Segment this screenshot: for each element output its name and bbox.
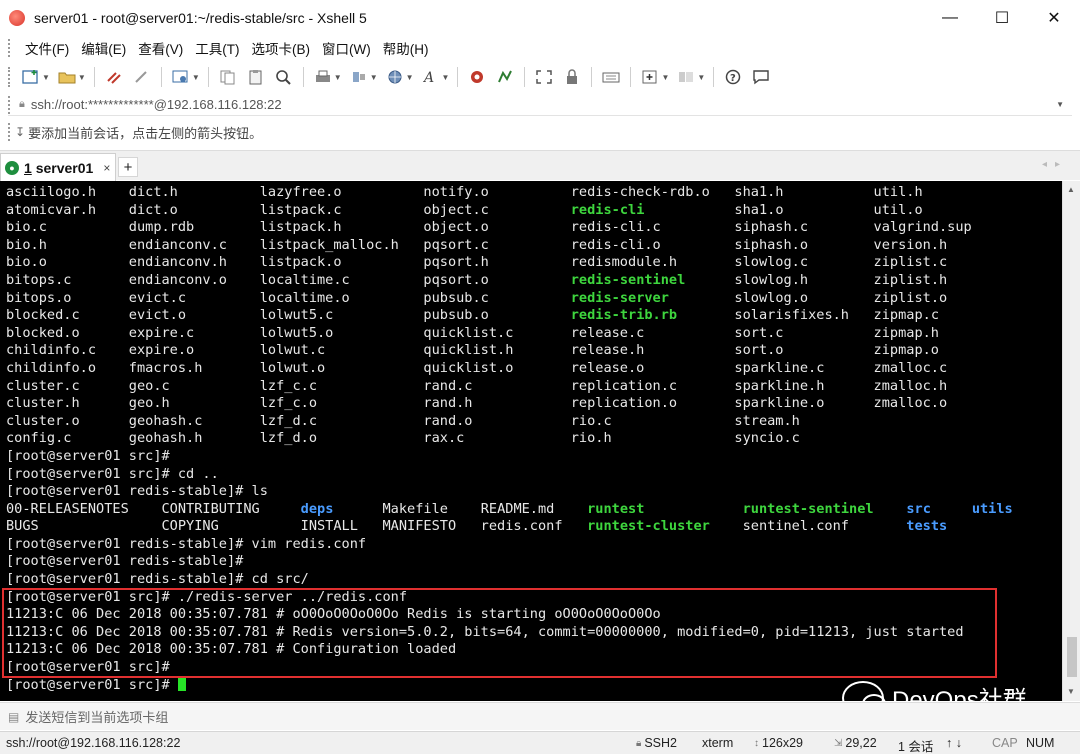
compose-icon: ▤ bbox=[8, 709, 20, 724]
toolbar-divider bbox=[207, 67, 209, 87]
connected-status-icon: ● bbox=[5, 160, 19, 175]
chevron-down-icon[interactable]: ▼ bbox=[192, 73, 200, 82]
toolbar: ▼ ▼ ▼ ▼ ▼ ▼ A ▼ ▼ ▼ ? bbox=[0, 62, 1080, 92]
terminal-cursor bbox=[177, 676, 186, 691]
compose-input[interactable]: 发送短信到当前选项卡组 bbox=[25, 707, 168, 726]
find-icon[interactable] bbox=[273, 66, 295, 88]
session-hint-bar: ↧ 要添加当前会话，点击左侧的箭头按钮。 bbox=[8, 120, 1072, 144]
add-tab-button[interactable]: + bbox=[118, 157, 138, 177]
scroll-up-icon[interactable]: ▲ bbox=[1067, 185, 1075, 194]
xshell-compose-icon[interactable] bbox=[494, 66, 516, 88]
svg-text:A: A bbox=[422, 70, 434, 85]
toolbar-divider bbox=[93, 67, 95, 87]
session-arrow-icon[interactable]: ↧ bbox=[15, 125, 25, 139]
copy-icon[interactable] bbox=[217, 66, 239, 88]
terminal-scrollbar[interactable]: ▲ ▼ bbox=[1062, 181, 1080, 701]
menu-bar: 文件(F) 编辑(E) 查看(V) 工具(T) 选项卡(B) 窗口(W) 帮助(… bbox=[0, 36, 1080, 60]
open-folder-icon[interactable] bbox=[56, 66, 78, 88]
new-session-icon[interactable] bbox=[20, 66, 42, 88]
globe-icon[interactable] bbox=[384, 66, 406, 88]
fullscreen-icon[interactable] bbox=[533, 66, 555, 88]
toolbar-divider bbox=[302, 67, 304, 87]
tab-server01[interactable]: ● 1 server01 × bbox=[0, 153, 116, 181]
toolbar-divider bbox=[160, 67, 162, 87]
close-button[interactable]: ✕ bbox=[1028, 0, 1080, 36]
toolbar-grip[interactable] bbox=[8, 39, 11, 57]
xshell-logo-icon bbox=[9, 10, 25, 26]
session-arrows-icon[interactable]: ↑ ↓ bbox=[946, 736, 962, 750]
status-connection: ssh://root@192.168.116.128:22 bbox=[6, 736, 181, 750]
status-size: ↕ 126x29 bbox=[754, 736, 804, 750]
chevron-down-icon[interactable]: ▼ bbox=[334, 73, 342, 82]
address-input[interactable]: ssh://root:*************@192.168.116.128… bbox=[31, 97, 282, 112]
chevron-down-icon[interactable]: ▼ bbox=[42, 73, 50, 82]
chevron-down-icon[interactable]: ▼ bbox=[78, 73, 86, 82]
window-controls: — ☐ ✕ bbox=[924, 0, 1080, 36]
transfer-icon[interactable] bbox=[348, 66, 370, 88]
window-title: server01 - root@server01:~/redis-stable/… bbox=[34, 10, 367, 26]
toolbar-grip[interactable] bbox=[8, 67, 11, 87]
toolbar-grip[interactable] bbox=[8, 123, 11, 141]
print-icon[interactable] bbox=[312, 66, 334, 88]
chevron-down-icon[interactable]: ▼ bbox=[1056, 100, 1064, 109]
chevron-down-icon[interactable]: ▼ bbox=[370, 73, 378, 82]
keyboard-icon[interactable] bbox=[600, 66, 622, 88]
terminal-view[interactable]: asciilogo.h dict.h lazyfree.o notify.o r… bbox=[0, 181, 1062, 701]
toolbar-divider bbox=[630, 67, 632, 87]
toolbar-divider bbox=[713, 67, 715, 87]
disconnect-icon[interactable] bbox=[131, 66, 153, 88]
properties-icon[interactable] bbox=[170, 66, 192, 88]
menu-help[interactable]: 帮助(H) bbox=[377, 38, 435, 58]
tab-close-button[interactable]: × bbox=[103, 161, 110, 175]
tab-scroll-arrows[interactable]: ◂▸ bbox=[1042, 159, 1068, 170]
title-bar: server01 - root@server01:~/redis-stable/… bbox=[0, 0, 1080, 36]
menu-tools[interactable]: 工具(T) bbox=[189, 38, 245, 58]
xftp-icon[interactable] bbox=[466, 66, 488, 88]
lock-icon: 🔒︎ bbox=[19, 98, 25, 110]
menu-window[interactable]: 窗口(W) bbox=[316, 38, 377, 58]
minimize-button[interactable]: — bbox=[924, 0, 976, 36]
cursor-position-icon: ⇲ bbox=[834, 737, 843, 749]
status-bar: ssh://root@192.168.116.128:22 🔒︎ SSH2 xte… bbox=[0, 731, 1080, 754]
tab-label: 1 server01 bbox=[24, 159, 94, 176]
status-caps: CAP bbox=[992, 736, 1018, 750]
font-icon[interactable]: A bbox=[420, 66, 442, 88]
chevron-down-icon[interactable]: ▼ bbox=[406, 73, 414, 82]
help-icon[interactable]: ? bbox=[722, 66, 744, 88]
toolbar-grip[interactable] bbox=[8, 95, 11, 114]
menu-view[interactable]: 查看(V) bbox=[132, 38, 189, 58]
scroll-down-icon[interactable]: ▼ bbox=[1067, 687, 1075, 696]
menu-edit[interactable]: 编辑(E) bbox=[75, 38, 132, 58]
lock-icon[interactable] bbox=[561, 66, 583, 88]
address-bar: 🔒︎ ssh://root:*************@192.168.116.… bbox=[8, 94, 1072, 116]
toolbar-divider bbox=[457, 67, 459, 87]
layout-icon[interactable] bbox=[675, 66, 697, 88]
status-terminal: xterm bbox=[702, 736, 734, 750]
svg-text:?: ? bbox=[730, 73, 736, 84]
compose-bar[interactable]: ▤ 发送短信到当前选项卡组 bbox=[0, 702, 1080, 730]
toolbar-divider bbox=[524, 67, 526, 87]
tab-bar: ● 1 server01 × + ◂▸ bbox=[0, 150, 1080, 181]
status-protocol: 🔒︎ SSH2 bbox=[636, 736, 677, 750]
highlight-box bbox=[2, 588, 997, 678]
toolbar-divider bbox=[591, 67, 593, 87]
chevron-down-icon[interactable]: ▼ bbox=[697, 73, 705, 82]
menu-tabs[interactable]: 选项卡(B) bbox=[246, 38, 317, 58]
paste-icon[interactable] bbox=[245, 66, 267, 88]
reconnect-icon[interactable] bbox=[103, 66, 125, 88]
lock-icon: 🔒︎ bbox=[636, 737, 642, 749]
maximize-button[interactable]: ☐ bbox=[976, 0, 1028, 36]
chat-icon[interactable] bbox=[750, 66, 772, 88]
status-sessions: 1 会话 bbox=[898, 740, 934, 754]
session-hint-text: 要添加当前会话，点击左侧的箭头按钮。 bbox=[28, 125, 263, 141]
status-cursor: ⇲ 29,22 bbox=[834, 736, 877, 750]
status-num: NUM bbox=[1026, 736, 1055, 750]
add-tab-icon[interactable] bbox=[639, 66, 661, 88]
scroll-thumb[interactable] bbox=[1067, 637, 1077, 677]
menu-file[interactable]: 文件(F) bbox=[19, 38, 75, 58]
resize-icon: ↕ bbox=[754, 737, 759, 749]
chevron-down-icon[interactable]: ▼ bbox=[442, 73, 450, 82]
chevron-down-icon[interactable]: ▼ bbox=[661, 73, 669, 82]
